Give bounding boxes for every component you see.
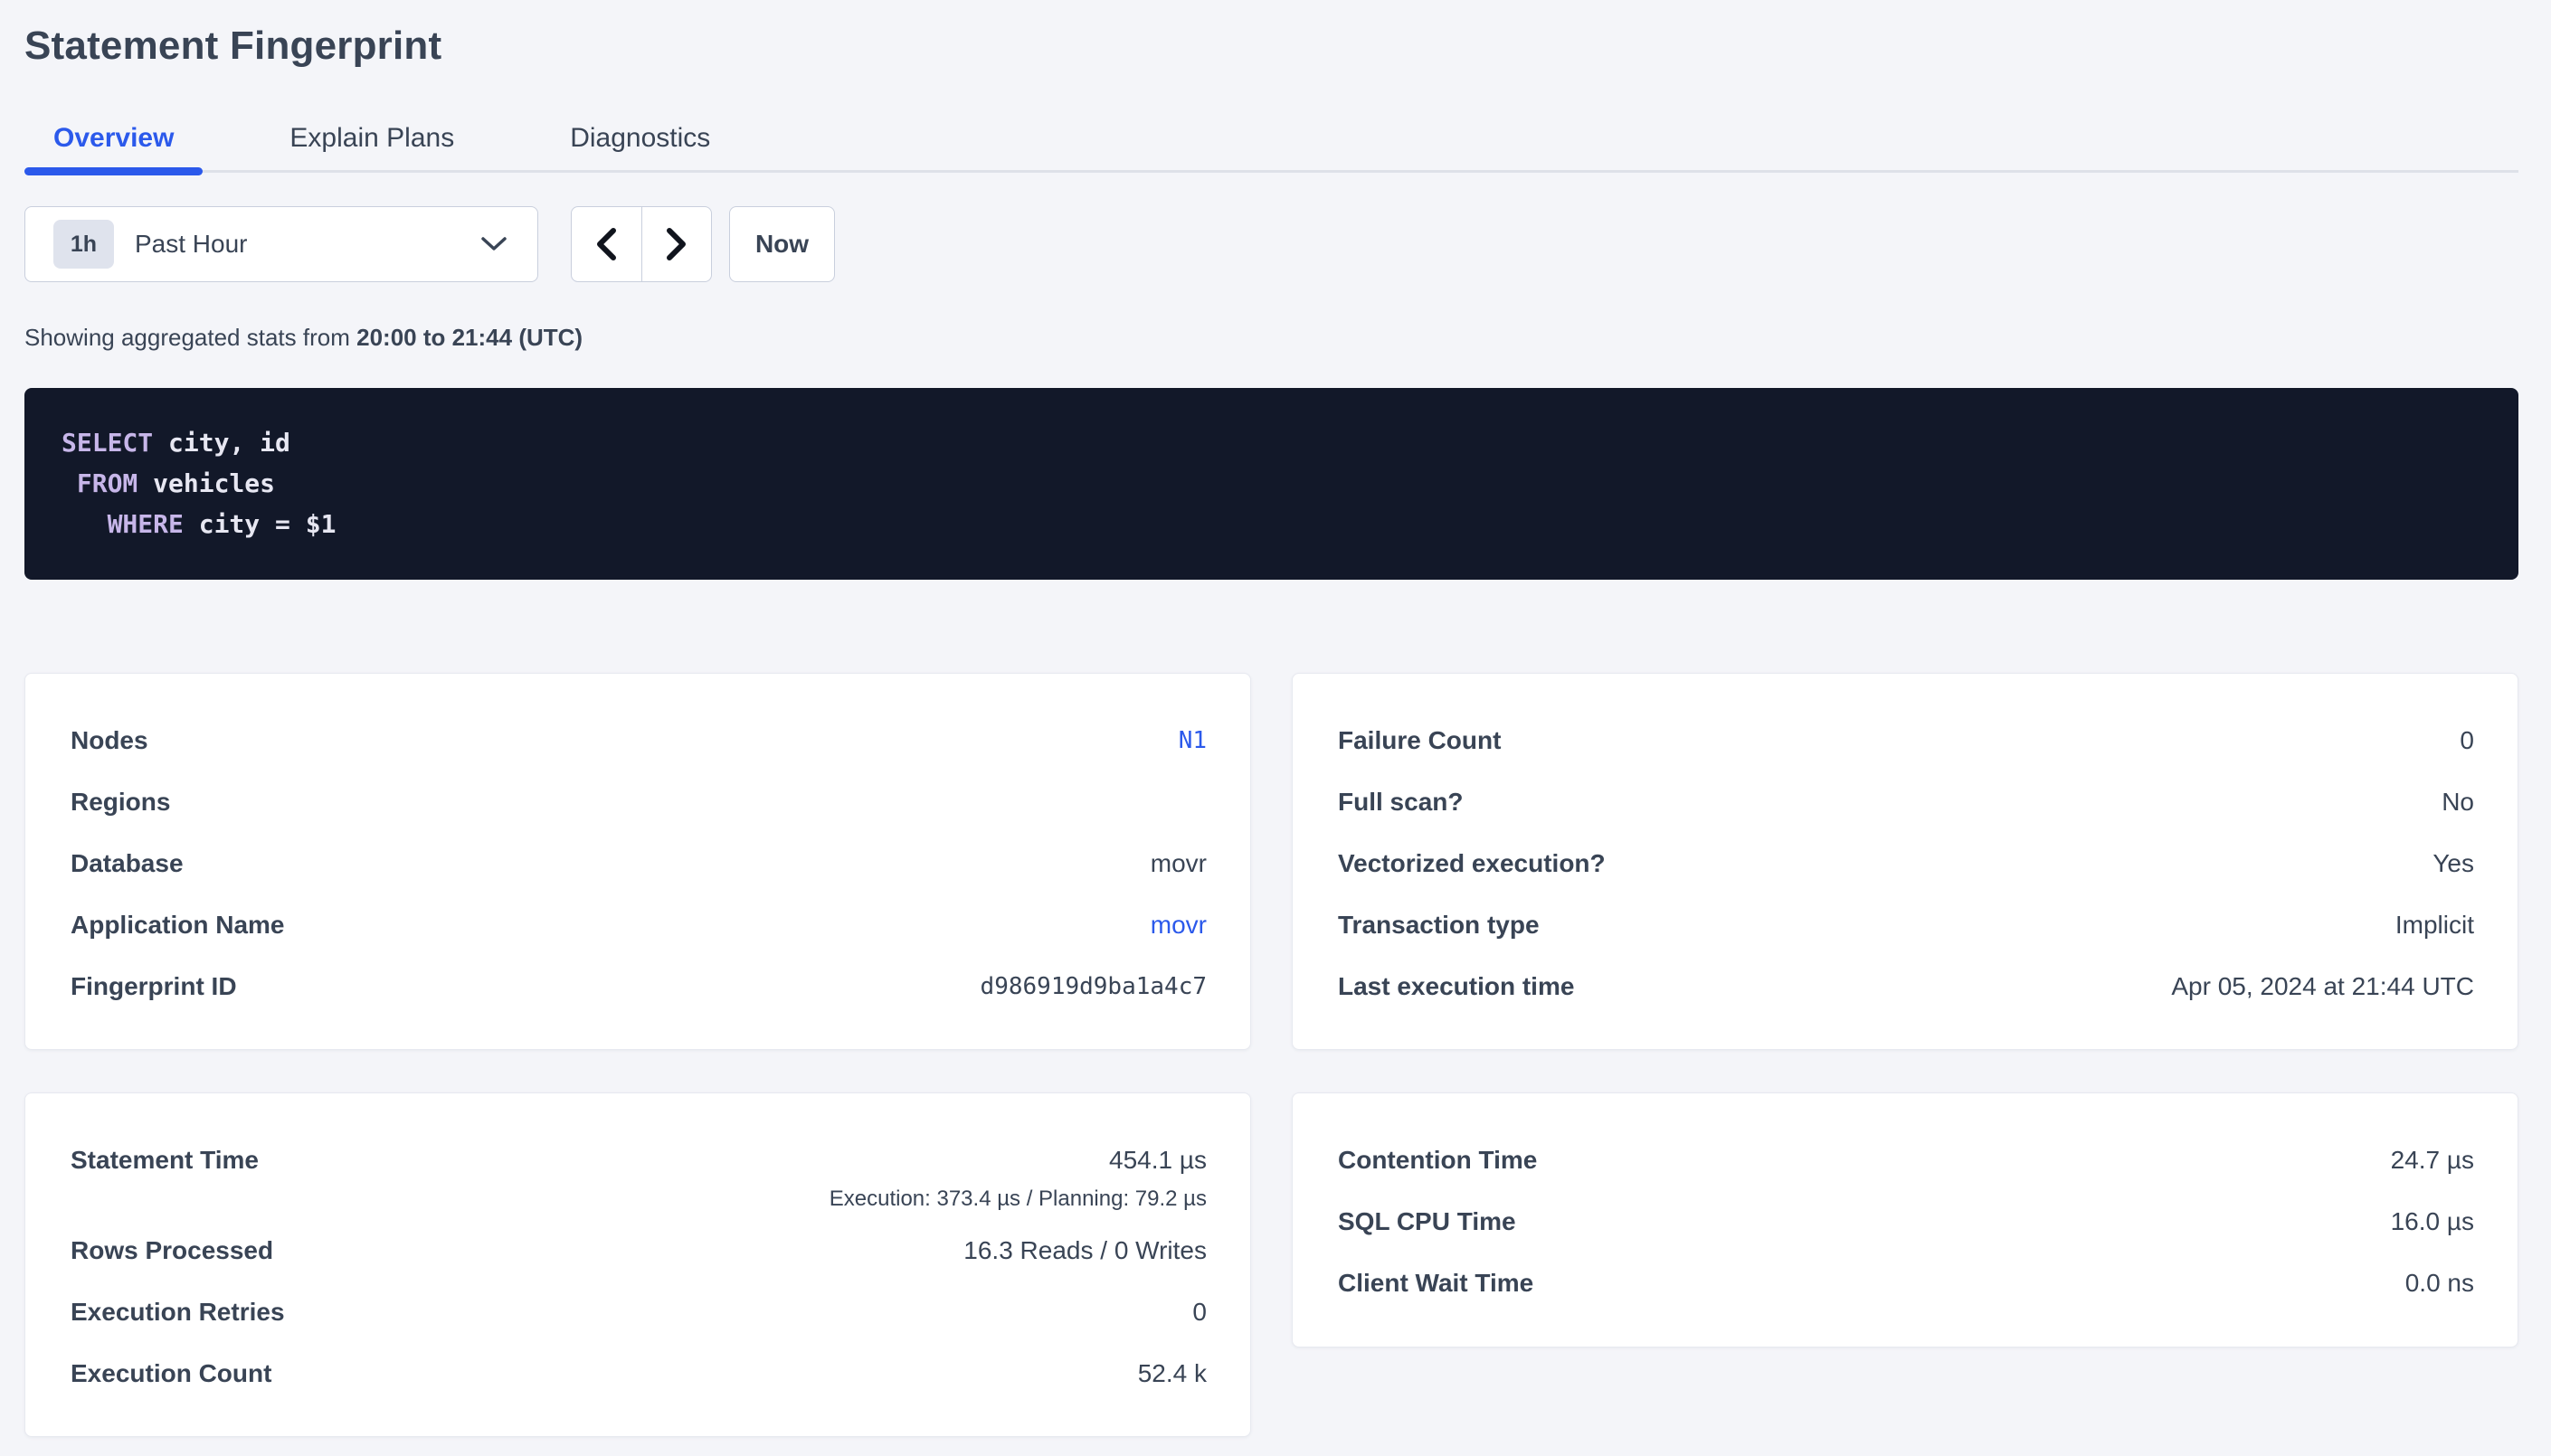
sql-cpu-time-row: SQL CPU Time 16.0 µs: [1338, 1191, 2474, 1253]
execution-count-label: Execution Count: [71, 1359, 271, 1388]
tab-bar: Overview Explain Plans Diagnostics: [24, 107, 2518, 173]
execution-count-row: Execution Count 52.4 k: [71, 1343, 1207, 1404]
statement-time-label: Statement Time: [71, 1130, 259, 1191]
contention-time-row: Contention Time 24.7 µs: [1338, 1130, 2474, 1191]
node-link[interactable]: N1: [1179, 727, 1207, 754]
rows-processed-value: 16.3 Reads / 0 Writes: [963, 1236, 1207, 1265]
last-execution-time-label: Last execution time: [1338, 972, 1574, 1001]
nodes-row: Nodes N1: [71, 710, 1207, 771]
rows-processed-label: Rows Processed: [71, 1236, 273, 1265]
transaction-type-row: Transaction type Implicit: [1338, 894, 2474, 956]
details-cards-row: Nodes N1 Regions Database movr Applicati…: [24, 673, 2518, 1050]
tab-overview[interactable]: Overview: [24, 107, 203, 170]
full-scan-label: Full scan?: [1338, 788, 1463, 817]
chevron-down-icon: [481, 237, 507, 251]
transaction-type-label: Transaction type: [1338, 911, 1540, 940]
performance-cards-row: Statement Time 454.1 µs Execution: 373.4…: [24, 1092, 2518, 1437]
statement-time-row: Statement Time 454.1 µs Execution: 373.4…: [71, 1130, 1207, 1220]
time-toolbar: 1h Past Hour Now: [24, 206, 2518, 282]
fingerprint-id-row: Fingerprint ID d986919d9ba1a4c7: [71, 956, 1207, 1017]
failure-count-row: Failure Count 0: [1338, 710, 2474, 771]
execution-retries-row: Execution Retries 0: [71, 1281, 1207, 1343]
chevron-right-icon: [667, 228, 687, 260]
regions-label: Regions: [71, 788, 170, 817]
sql-statement-box: SELECT city, id FROM vehicles WHERE city…: [24, 388, 2518, 580]
full-scan-value: No: [2442, 788, 2474, 817]
execution-count-value: 52.4 k: [1138, 1359, 1207, 1388]
page-title: Statement Fingerprint: [24, 24, 2518, 69]
tab-diagnostics[interactable]: Diagnostics: [541, 107, 739, 170]
database-label: Database: [71, 849, 184, 878]
tab-explain-plans-label: Explain Plans: [289, 123, 454, 154]
contention-time-value: 24.7 µs: [2391, 1146, 2474, 1175]
transaction-type-value: Implicit: [2395, 911, 2474, 940]
time-interval-dropdown[interactable]: 1h Past Hour: [24, 206, 538, 282]
statement-time-breakdown: Execution: 373.4 µs / Planning: 79.2 µs: [830, 1186, 1207, 1220]
tab-explain-plans[interactable]: Explain Plans: [261, 107, 483, 170]
application-name-label: Application Name: [71, 911, 284, 940]
failure-count-value: 0: [2460, 726, 2474, 755]
statement-time-value: 454.1 µs: [830, 1130, 1207, 1191]
tab-overview-label: Overview: [53, 123, 174, 154]
rows-processed-row: Rows Processed 16.3 Reads / 0 Writes: [71, 1220, 1207, 1281]
vectorized-execution-value: Yes: [2432, 849, 2474, 878]
fingerprint-id-label: Fingerprint ID: [71, 972, 237, 1001]
execution-attributes-card: Failure Count 0 Full scan? No Vectorized…: [1292, 673, 2518, 1050]
client-wait-time-label: Client Wait Time: [1338, 1269, 1533, 1298]
execution-retries-value: 0: [1192, 1298, 1207, 1327]
database-value: movr: [1151, 849, 1207, 878]
full-scan-row: Full scan? No: [1338, 771, 2474, 833]
sql-text: city, id: [153, 428, 290, 458]
sql-text: city = $1: [184, 509, 337, 539]
database-row: Database movr: [71, 833, 1207, 894]
chevron-left-icon: [596, 228, 616, 260]
statement-time-value-stack: 454.1 µs Execution: 373.4 µs / Planning:…: [830, 1130, 1207, 1220]
sql-keyword: WHERE: [62, 509, 184, 539]
tab-diagnostics-label: Diagnostics: [570, 123, 710, 154]
statement-fingerprint-page: Statement Fingerprint Overview Explain P…: [0, 0, 2551, 1437]
contention-time-label: Contention Time: [1338, 1146, 1537, 1175]
client-wait-time-value: 0.0 ns: [2405, 1269, 2474, 1298]
time-pager: [571, 206, 712, 282]
now-button[interactable]: Now: [729, 206, 835, 282]
previous-interval-button[interactable]: [572, 207, 642, 281]
client-wait-time-row: Client Wait Time 0.0 ns: [1338, 1253, 2474, 1314]
vectorized-execution-row: Vectorized execution? Yes: [1338, 833, 2474, 894]
aggregated-stats-note: Showing aggregated stats from 20:00 to 2…: [24, 324, 2518, 352]
last-execution-time-row: Last execution time Apr 05, 2024 at 21:4…: [1338, 956, 2474, 1017]
vectorized-execution-label: Vectorized execution?: [1338, 849, 1606, 878]
sql-text: vehicles: [138, 468, 275, 498]
next-interval-button[interactable]: [642, 207, 712, 281]
stats-note-range: 20:00 to 21:44 (UTC): [356, 324, 583, 351]
nodes-label: Nodes: [71, 726, 148, 755]
failure-count-label: Failure Count: [1338, 726, 1501, 755]
stats-note-prefix: Showing aggregated stats from: [24, 324, 356, 351]
regions-row: Regions: [71, 771, 1207, 833]
application-name-row: Application Name movr: [71, 894, 1207, 956]
sql-cpu-time-label: SQL CPU Time: [1338, 1207, 1516, 1236]
sql-keyword: FROM: [62, 468, 138, 498]
statement-performance-card: Statement Time 454.1 µs Execution: 373.4…: [24, 1092, 1251, 1437]
fingerprint-id-value: d986919d9ba1a4c7: [981, 973, 1207, 1000]
timing-breakdown-card: Contention Time 24.7 µs SQL CPU Time 16.…: [1292, 1092, 2518, 1347]
interval-label: Past Hour: [135, 230, 481, 259]
sql-cpu-time-value: 16.0 µs: [2391, 1207, 2474, 1236]
interval-badge: 1h: [53, 220, 114, 269]
statement-details-card: Nodes N1 Regions Database movr Applicati…: [24, 673, 1251, 1050]
now-button-label: Now: [755, 230, 809, 259]
execution-retries-label: Execution Retries: [71, 1298, 285, 1327]
last-execution-time-value: Apr 05, 2024 at 21:44 UTC: [2171, 972, 2474, 1001]
application-name-link[interactable]: movr: [1151, 911, 1207, 940]
sql-keyword: SELECT: [62, 428, 153, 458]
